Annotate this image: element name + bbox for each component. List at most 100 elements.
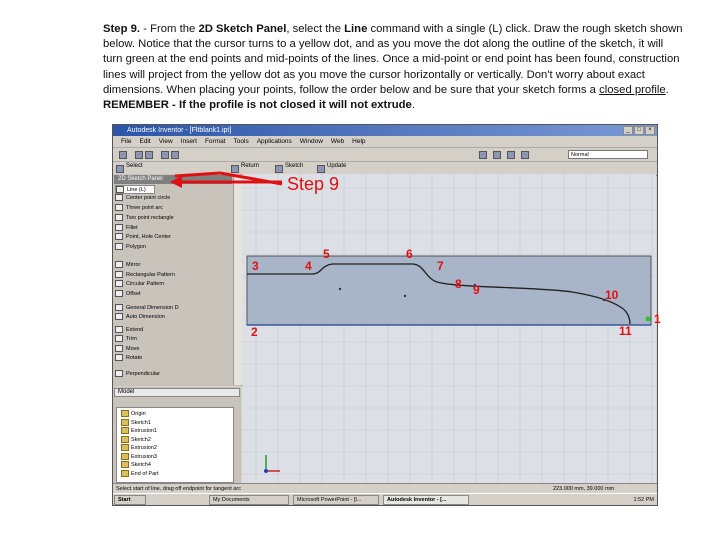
tree-item-label: Extrusion1 (131, 428, 157, 434)
tool-icon (115, 304, 123, 312)
sketch-tool-rectangular-pattern[interactable]: Rectangular Pattern (115, 271, 175, 280)
tree-item-label: Extrusion2 (131, 445, 157, 451)
task-my-documents[interactable]: My Documents (209, 495, 289, 505)
tool-icon (115, 290, 123, 298)
start-button[interactable]: Start (114, 495, 146, 505)
sketch-tool-point-hole-center[interactable]: Point, Hole Center (115, 233, 171, 242)
tool-label: Extend (126, 327, 144, 333)
sketch-tool-trim[interactable]: Trim (115, 335, 137, 344)
tool-label: Center point circle (126, 195, 171, 201)
instr-text: . (665, 83, 669, 96)
feature-icon (121, 418, 129, 426)
graphics-window[interactable] (242, 174, 656, 483)
sketch-tool-two-point-rectangle[interactable]: Two point rectangle (115, 214, 174, 223)
undo-icon[interactable] (161, 151, 169, 159)
open-icon[interactable] (135, 151, 143, 159)
sketch-tool-fillet[interactable]: Fillet (115, 224, 138, 233)
tree-item-label: Sketch4 (131, 462, 151, 468)
tool-icon (115, 224, 123, 232)
sketch-canvas[interactable] (242, 174, 656, 483)
menu-file[interactable]: File (121, 138, 131, 145)
remember-text: REMEMBER - If the profile is not closed … (103, 99, 412, 112)
menu-window[interactable]: Window (300, 138, 323, 145)
new-icon[interactable] (119, 151, 127, 159)
sketch-tool-center-point-circle[interactable]: Center point circle (115, 194, 170, 203)
task-inventor[interactable]: Autodesk Inventor - [... (383, 495, 469, 505)
sketch-tool-auto-dimension[interactable]: Auto Dimension (115, 313, 165, 322)
instruction-text: Step 9. - From the 2D Sketch Panel, sele… (103, 22, 683, 113)
sketch-tool-polygon[interactable]: Polygon (115, 243, 146, 252)
tool-label: Circular Pattern (126, 281, 165, 287)
return-icon[interactable] (231, 165, 239, 173)
sketch-tool-general-dimension-d[interactable]: General Dimension D (115, 304, 179, 313)
close-button[interactable]: × (645, 126, 655, 135)
tool-label: Two point rectangle (126, 215, 174, 221)
tool-label: Polygon (126, 244, 146, 250)
sketch-tool-circular-pattern[interactable]: Circular Pattern (115, 280, 164, 289)
clock: 1:52 PM (633, 497, 654, 503)
browser-panel: Model Origin Sketch1 Extrusion1 Sketch2 Extr… (113, 387, 241, 483)
window-title: Autodesk Inventor - [Fltblank1.ipt] (127, 127, 232, 134)
menu-view[interactable]: View (159, 138, 173, 145)
menu-format[interactable]: Format (205, 138, 226, 145)
menu-insert[interactable]: Insert (181, 138, 197, 145)
task-powerpoint[interactable]: Microsoft PowerPoint - [I... (293, 495, 379, 505)
sketch-tool-move[interactable]: Move (115, 345, 139, 354)
tool-label: Offset (126, 291, 141, 297)
tool-label: Move (126, 346, 140, 352)
return-label[interactable]: Return (241, 163, 259, 169)
command-name: Line (344, 23, 368, 35)
tool-label: Point, Hole Center (126, 234, 171, 240)
sketch-tool-three-point-arc[interactable]: Three point arc (115, 204, 163, 213)
sketch-tool-perpendicular[interactable]: Perpendicular (115, 370, 160, 379)
tool-icon (115, 204, 123, 212)
sketch-tool-mirror[interactable]: Mirror (115, 261, 140, 270)
maximize-button[interactable]: □ (634, 126, 644, 135)
orbit-icon[interactable] (507, 151, 515, 159)
zoom-icon[interactable] (479, 151, 487, 159)
menu-help[interactable]: Help (352, 138, 365, 145)
minimize-button[interactable]: _ (623, 126, 633, 135)
style-combo[interactable]: Normal (568, 150, 648, 159)
grid (242, 174, 656, 483)
tool-label: Rotate (126, 355, 143, 361)
pan-icon[interactable] (493, 151, 501, 159)
tool-icon (116, 186, 124, 194)
feature-icon (121, 427, 129, 435)
menu-bar: File Edit View Insert Format Tools Application… (113, 136, 657, 147)
menu-web[interactable]: Web (331, 138, 344, 145)
save-icon[interactable] (145, 151, 153, 159)
menu-edit[interactable]: Edit (139, 138, 150, 145)
model-tree: Origin Sketch1 Extrusion1 Sketch2 Extrusion2… (116, 407, 234, 483)
update-label[interactable]: Update (327, 163, 346, 169)
tree-item[interactable]: End of Part (121, 469, 159, 479)
sketch-label[interactable]: Sketch (285, 163, 303, 169)
select-icon[interactable] (116, 165, 124, 173)
sketch-tool-extend[interactable]: Extend (115, 326, 143, 335)
sketch-point (338, 287, 342, 291)
tool-label: Line (L) (127, 187, 146, 193)
update-icon[interactable] (317, 165, 325, 173)
feature-icon (121, 410, 129, 418)
standard-toolbar: Normal (113, 147, 657, 162)
taskbar: Start My Documents Microsoft PowerPoint … (113, 493, 657, 505)
feature-icon (121, 435, 129, 443)
tool-icon (115, 370, 123, 378)
browser-header[interactable]: Model (114, 388, 240, 397)
sketch-panel-title[interactable]: 2D Sketch Panel (114, 175, 232, 184)
tool-icon (115, 354, 123, 362)
menu-tools[interactable]: Tools (234, 138, 249, 145)
select-label[interactable]: Select (126, 163, 143, 169)
feature-icon (121, 444, 129, 452)
sketch-tool-offset[interactable]: Offset (115, 290, 141, 299)
sketch-tool-line-l[interactable]: Line (L) (115, 185, 155, 194)
panel-scrollbar[interactable] (233, 175, 242, 385)
tool-label: Trim (126, 336, 137, 342)
menu-applications[interactable]: Applications (257, 138, 292, 145)
sketch-tool-rotate[interactable]: Rotate (115, 354, 142, 363)
sketch-icon[interactable] (275, 165, 283, 173)
redo-icon[interactable] (171, 151, 179, 159)
look-at-icon[interactable] (521, 151, 529, 159)
tool-icon (115, 271, 123, 279)
tool-label: General Dimension D (126, 305, 179, 311)
